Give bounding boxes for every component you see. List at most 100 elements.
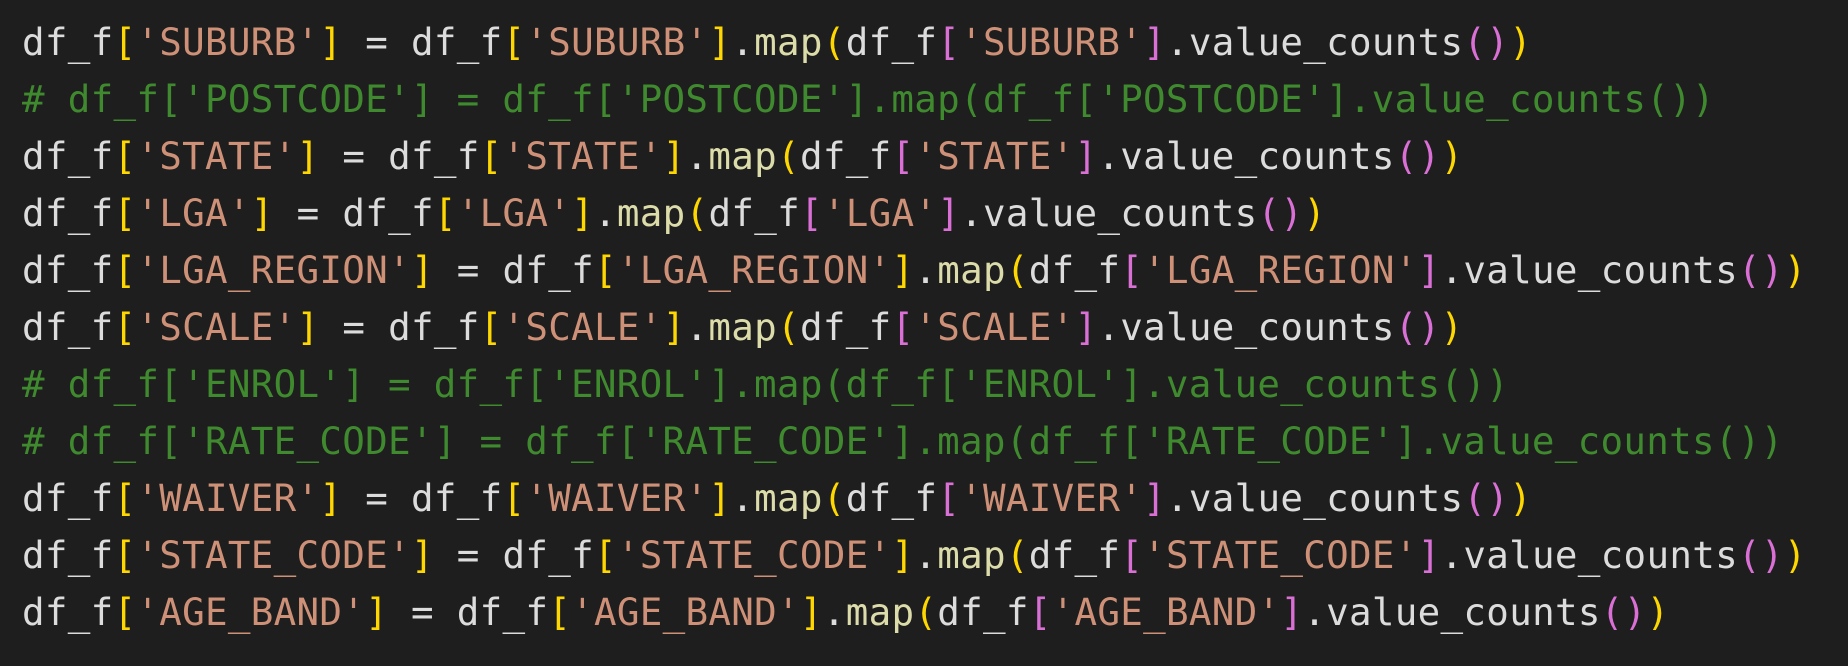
code-token: [ — [1120, 248, 1144, 292]
code-token: ] — [1417, 248, 1441, 292]
code-token: .value_counts — [1440, 533, 1738, 577]
code-token: () — [1257, 191, 1304, 235]
code-token: ) — [1303, 191, 1327, 235]
code-token: df_f — [799, 134, 892, 178]
code-token: 'LGA' — [456, 191, 572, 235]
code-comment: # df_f['ENROL'] = df_f['ENROL'].map(df_f… — [22, 362, 1509, 406]
code-token: df_f — [410, 20, 503, 64]
code-token: df_f — [502, 533, 594, 577]
code-token: . — [822, 590, 846, 634]
code-token: ] — [708, 20, 732, 64]
code-comment: # df_f['POSTCODE'] = df_f['POSTCODE'].ma… — [22, 77, 1715, 121]
code-token: [ — [937, 20, 961, 64]
code-token: [ — [479, 305, 503, 349]
code-token: ] — [296, 305, 320, 349]
code-line[interactable]: df_f['WAIVER'] = df_f['WAIVER'].map(df_f… — [22, 470, 1848, 527]
code-token: ) — [1783, 248, 1807, 292]
code-token: 'STATE_CODE' — [616, 533, 892, 577]
code-token: [ — [113, 305, 137, 349]
code-token: map — [754, 476, 823, 520]
code-token: df_f — [799, 305, 892, 349]
code-token: () — [1737, 248, 1784, 292]
code-token: map — [754, 20, 823, 64]
code-token: ] — [708, 476, 732, 520]
code-token: 'SUBURB' — [525, 20, 709, 64]
code-token: ] — [937, 191, 961, 235]
code-token: ] — [571, 191, 595, 235]
code-token: df_f — [456, 590, 549, 634]
code-line[interactable]: df_f['STATE_CODE'] = df_f['STATE_CODE'].… — [22, 527, 1848, 584]
code-token: 'LGA_REGION' — [1143, 248, 1418, 292]
code-token: 'LGA' — [136, 191, 251, 235]
code-line[interactable]: df_f['AGE_BAND'] = df_f['AGE_BAND'].map(… — [22, 584, 1848, 641]
code-token: () — [1394, 134, 1441, 178]
code-token: = — [342, 20, 411, 64]
code-token: 'SCALE' — [914, 305, 1075, 349]
code-token: ] — [410, 248, 434, 292]
code-line[interactable]: df_f['SCALE'] = df_f['SCALE'].map(df_f['… — [22, 299, 1848, 356]
code-token: ) — [1783, 533, 1807, 577]
code-token: .value_counts — [1303, 590, 1601, 634]
code-token: = — [433, 533, 503, 577]
code-token: [ — [502, 476, 526, 520]
code-token: df_f — [22, 191, 114, 235]
code-line[interactable]: # df_f['RATE_CODE'] = df_f['RATE_CODE'].… — [22, 413, 1848, 470]
code-token: . — [685, 305, 709, 349]
code-token: () — [1737, 533, 1784, 577]
code-line[interactable]: # df_f['ENROL'] = df_f['ENROL'].map(df_f… — [22, 356, 1848, 413]
code-token: ] — [296, 134, 320, 178]
code-token: df_f — [708, 191, 800, 235]
code-token: .value_counts — [1440, 248, 1738, 292]
code-token: .value_counts — [1097, 134, 1395, 178]
code-token: map — [845, 590, 915, 634]
code-token: df_f — [388, 305, 480, 349]
code-token: 'SUBURB' — [136, 20, 320, 64]
code-token: ( — [822, 20, 846, 64]
code-token: = — [388, 590, 457, 634]
code-token: .value_counts — [1166, 476, 1464, 520]
code-token: [ — [113, 20, 137, 64]
code-token: [ — [891, 305, 915, 349]
code-token: df_f — [937, 590, 1029, 634]
code-line[interactable]: df_f['LGA_REGION'] = df_f['LGA_REGION'].… — [22, 242, 1848, 299]
code-token: [ — [113, 533, 137, 577]
code-token: ] — [250, 191, 274, 235]
code-token: 'SCALE' — [502, 305, 663, 349]
code-comment: # df_f['RATE_CODE'] = df_f['RATE_CODE'].… — [22, 419, 1784, 463]
code-token: 'SCALE' — [136, 305, 297, 349]
code-token: ) — [1440, 305, 1464, 349]
code-token: () — [1600, 590, 1647, 634]
code-token: 'SUBURB' — [960, 20, 1144, 64]
code-token: ] — [1074, 134, 1098, 178]
code-token: df_f — [845, 476, 938, 520]
code-token: 'WAIVER' — [960, 476, 1144, 520]
code-token: ] — [662, 305, 686, 349]
code-token: ] — [891, 248, 915, 292]
code-token: ] — [1143, 20, 1166, 64]
code-token: . — [731, 20, 755, 64]
code-token: .value_counts — [1097, 305, 1395, 349]
code-line[interactable]: # df_f['POSTCODE'] = df_f['POSTCODE'].ma… — [22, 71, 1848, 128]
code-token: . — [914, 533, 938, 577]
code-token: ] — [799, 590, 823, 634]
code-token: 'LGA_REGION' — [616, 248, 892, 292]
code-token: df_f — [22, 248, 114, 292]
code-token: ( — [685, 191, 709, 235]
code-token: ( — [777, 134, 800, 178]
code-token: ] — [319, 20, 343, 64]
code-token: ( — [822, 476, 846, 520]
code-token: = — [319, 134, 389, 178]
code-token: df_f — [388, 134, 480, 178]
code-token: 'WAIVER' — [136, 476, 320, 520]
code-line[interactable]: df_f['STATE'] = df_f['STATE'].map(df_f['… — [22, 128, 1848, 185]
code-editor[interactable]: df_f['SUBURB'] = df_f['SUBURB'].map(df_f… — [0, 0, 1848, 666]
code-token: ) — [1440, 134, 1464, 178]
code-token: ] — [410, 533, 434, 577]
code-token: [ — [548, 590, 572, 634]
code-line[interactable]: df_f['LGA'] = df_f['LGA'].map(df_f['LGA'… — [22, 185, 1848, 242]
code-token: . — [685, 134, 709, 178]
code-line[interactable]: df_f['SUBURB'] = df_f['SUBURB'].map(df_f… — [22, 14, 1848, 71]
code-token: 'AGE_BAND' — [571, 590, 800, 634]
code-token: = — [342, 476, 411, 520]
code-token: 'WAIVER' — [525, 476, 709, 520]
